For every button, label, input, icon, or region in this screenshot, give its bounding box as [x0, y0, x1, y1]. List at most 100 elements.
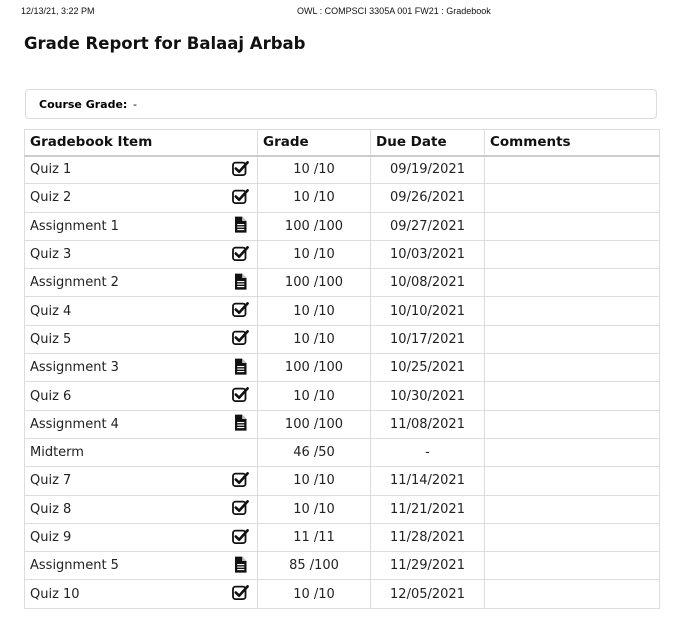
gradebook-item-name: Quiz 1 — [30, 162, 72, 178]
gradebook-item-name: Quiz 7 — [30, 473, 72, 489]
check-square-icon — [232, 188, 249, 205]
comments-cell — [484, 381, 660, 411]
comments-cell — [484, 409, 660, 439]
table-row: Quiz 9 11 /11 11/28/2021 — [24, 522, 660, 553]
comments-cell — [484, 437, 660, 468]
gradebook-item-cell: Assignment 3 — [24, 353, 258, 383]
due-date-cell: 12/05/2021 — [370, 579, 485, 609]
gradebook-item-name: Quiz 10 — [30, 586, 80, 602]
comments-cell — [484, 522, 660, 553]
due-date-cell: 11/08/2021 — [370, 409, 485, 439]
check-square-icon — [232, 584, 249, 601]
comments-cell — [484, 494, 660, 524]
gradebook-item-cell: Quiz 4 — [24, 296, 258, 326]
column-header-due-date: Due Date — [370, 129, 485, 157]
grade-cell: 10 /10 — [257, 324, 371, 355]
column-header-item: Gradebook Item — [24, 129, 258, 157]
due-date-cell: 11/14/2021 — [370, 466, 485, 496]
gradebook-item-cell: Assignment 2 — [24, 268, 258, 298]
gradebook-item-cell: Quiz 9 — [24, 522, 258, 553]
due-date-cell: 09/27/2021 — [370, 211, 485, 241]
table-row: Midterm 46 /50- — [24, 437, 660, 468]
grade-cell: 100 /100 — [257, 409, 371, 439]
gradebook-item-name: Quiz 2 — [30, 190, 72, 206]
gradebook-item-name: Midterm — [30, 445, 84, 461]
table-row: Assignment 5 85 /100 11/29/2021 — [24, 551, 660, 581]
gradebook-item-cell: Quiz 7 — [24, 466, 258, 496]
gradebook-table: Gradebook Item Grade Due Date Comments Q… — [24, 129, 660, 609]
table-row: Assignment 1 100 /100 09/27/2021 — [24, 211, 660, 241]
gradebook-item-cell: Quiz 6 — [24, 381, 258, 411]
grade-cell: 10 /10 — [257, 579, 371, 609]
grade-cell: 100 /100 — [257, 268, 371, 298]
gradebook-item-cell: Assignment 1 — [24, 211, 258, 241]
gradebook-item-name: Quiz 6 — [30, 388, 72, 404]
file-text-icon — [232, 358, 249, 375]
table-row: Quiz 10 10 /10 12/05/2021 — [24, 579, 660, 609]
table-row: Quiz 8 10 /10 11/21/2021 — [24, 494, 660, 524]
file-text-icon — [232, 216, 249, 233]
check-square-icon — [232, 471, 249, 488]
due-date-cell: 09/26/2021 — [370, 183, 485, 213]
gradebook-item-cell: Assignment 5 — [24, 551, 258, 581]
report-title: Grade Report for Balaaj Arbab — [24, 34, 306, 53]
print-page-title: OWL : COMPSCI 3305A 001 FW21 : Gradebook — [297, 6, 491, 16]
check-square-icon — [232, 160, 249, 177]
comments-cell — [484, 324, 660, 355]
grade-cell: 10 /10 — [257, 381, 371, 411]
gradebook-item-cell: Midterm — [24, 437, 258, 468]
gradebook-item-name: Assignment 2 — [30, 275, 119, 291]
column-header-comments: Comments — [484, 129, 660, 157]
due-date-cell: 10/10/2021 — [370, 296, 485, 326]
check-square-icon — [232, 386, 249, 403]
grade-cell: 10 /10 — [257, 494, 371, 524]
grade-cell: 10 /10 — [257, 183, 371, 213]
grade-cell: 10 /10 — [257, 239, 371, 270]
gradebook-item-cell: Quiz 8 — [24, 494, 258, 524]
check-square-icon — [232, 301, 249, 318]
grade-cell: 100 /100 — [257, 353, 371, 383]
comments-cell — [484, 239, 660, 270]
table-row: Quiz 4 10 /10 10/10/2021 — [24, 296, 660, 326]
gradebook-item-name: Quiz 3 — [30, 247, 72, 263]
gradebook-item-name: Assignment 4 — [30, 416, 119, 432]
gradebook-item-name: Quiz 9 — [30, 530, 72, 545]
due-date-cell: 10/17/2021 — [370, 324, 485, 355]
print-header: 12/13/21, 3:22 PM OWL : COMPSCI 3305A 00… — [0, 6, 676, 18]
comments-cell — [484, 211, 660, 241]
comments-cell — [484, 551, 660, 581]
gradebook-item-name: Assignment 5 — [30, 558, 119, 574]
grade-cell: 11 /11 — [257, 522, 371, 553]
column-header-grade: Grade — [257, 129, 371, 157]
gradebook-item-name: Quiz 5 — [30, 331, 72, 347]
check-square-icon — [232, 499, 249, 516]
file-text-icon — [232, 556, 249, 573]
due-date-cell: 10/03/2021 — [370, 239, 485, 270]
due-date-cell: 11/29/2021 — [370, 551, 485, 581]
table-row: Quiz 5 10 /10 10/17/2021 — [24, 324, 660, 355]
file-text-icon — [232, 414, 249, 431]
comments-cell — [484, 579, 660, 609]
due-date-cell: - — [370, 437, 485, 468]
due-date-cell: 11/21/2021 — [370, 494, 485, 524]
comments-cell — [484, 296, 660, 326]
comments-cell — [484, 183, 660, 213]
gradebook-item-name: Assignment 1 — [30, 218, 119, 234]
check-square-icon — [232, 528, 249, 545]
due-date-cell: 09/19/2021 — [370, 154, 485, 185]
check-square-icon — [232, 245, 249, 262]
gradebook-item-cell: Quiz 5 — [24, 324, 258, 355]
table-row: Quiz 3 10 /10 10/03/2021 — [24, 239, 660, 270]
grade-cell: 10 /10 — [257, 296, 371, 326]
due-date-cell: 11/28/2021 — [370, 522, 485, 553]
comments-cell — [484, 268, 660, 298]
grade-cell: 85 /100 — [257, 551, 371, 581]
gradebook-rows: Quiz 1 10 /10 09/19/2021 Quiz 2 10 /10 09/26/… — [24, 154, 660, 609]
gradebook-item-name: Quiz 4 — [30, 303, 72, 319]
due-date-cell: 10/25/2021 — [370, 353, 485, 383]
table-row: Quiz 2 10 /10 09/26/2021 — [24, 183, 660, 213]
table-row: Assignment 3 100 /100 10/25/2021 — [24, 353, 660, 383]
gradebook-item-name: Quiz 8 — [30, 501, 72, 517]
table-header-row: Gradebook Item Grade Due Date Comments — [24, 129, 660, 157]
gradebook-item-cell: Quiz 3 — [24, 239, 258, 270]
